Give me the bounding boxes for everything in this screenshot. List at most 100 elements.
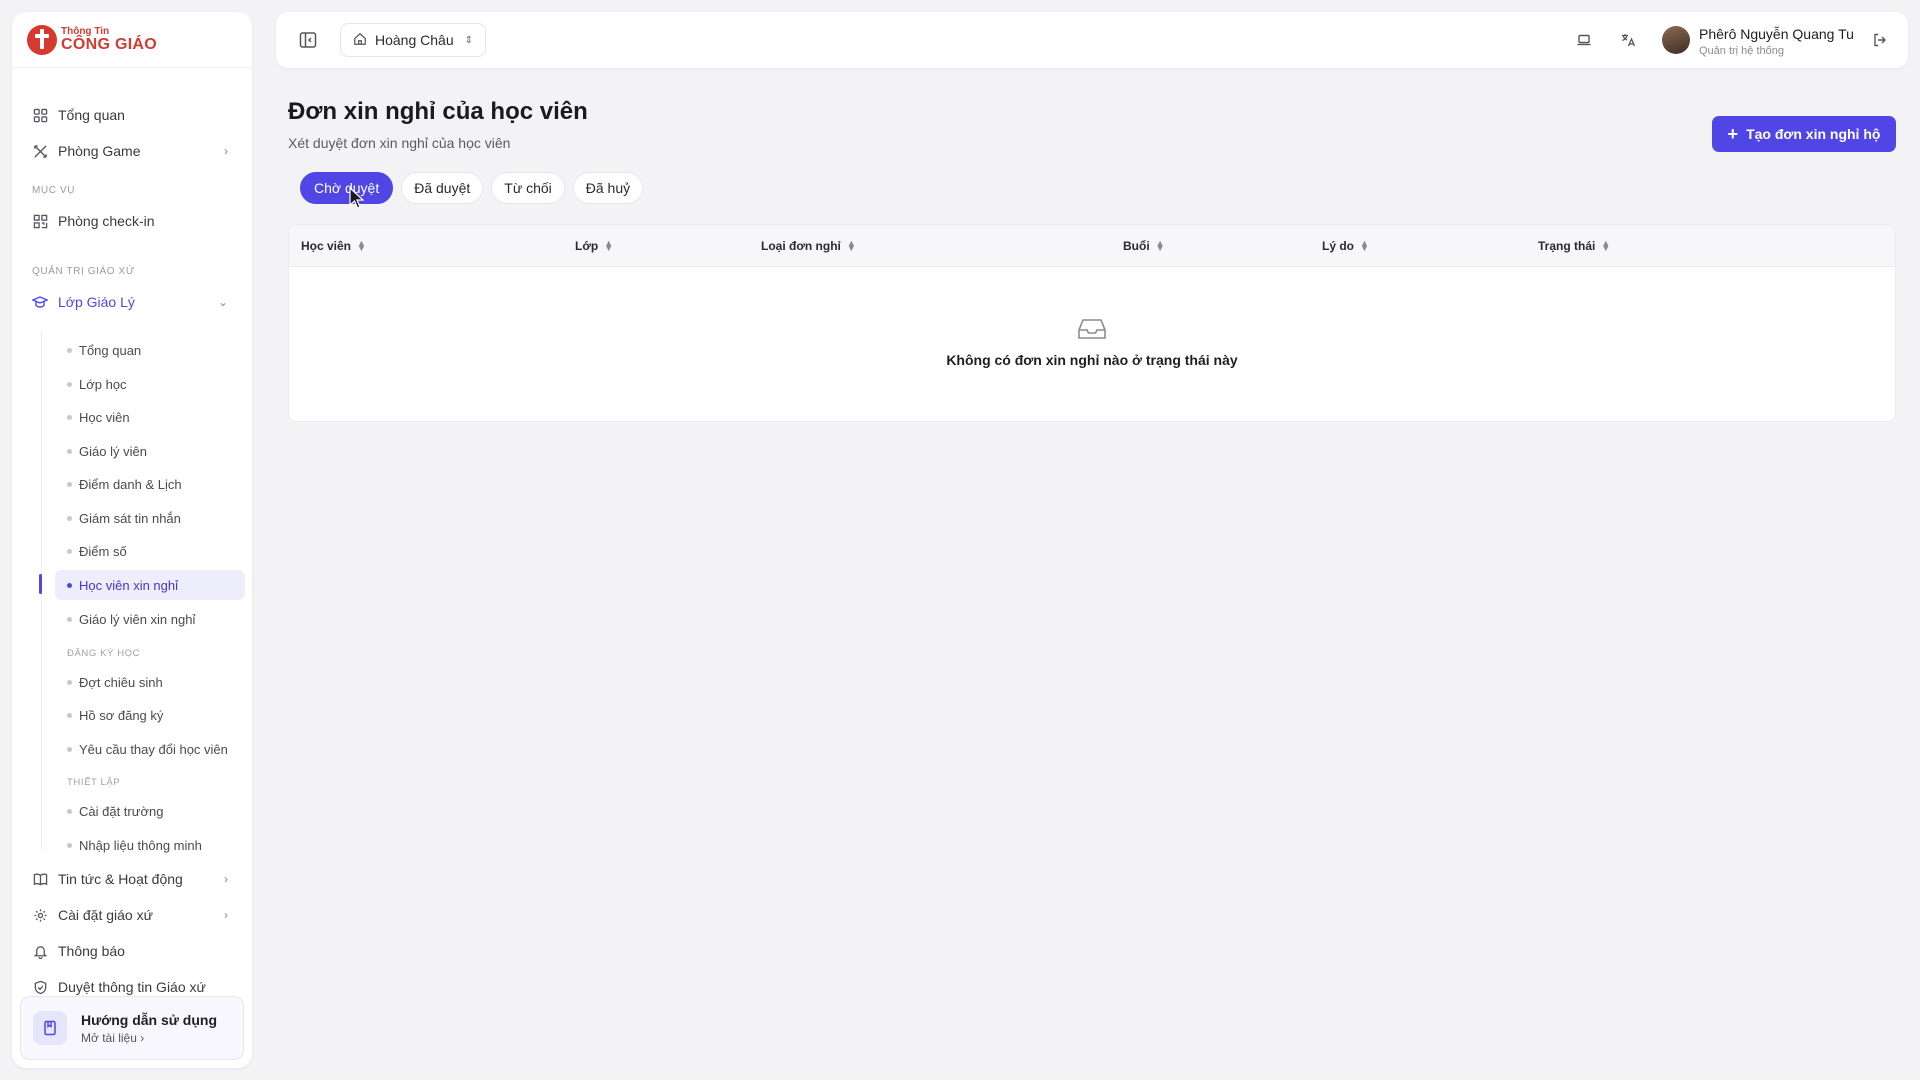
- nav-checkin-label: Phòng check-in: [58, 213, 155, 229]
- sub-item-students[interactable]: Học viên: [55, 402, 245, 432]
- column-header-leave-type[interactable]: Loại đơn nghỉ ▲ ▼: [761, 237, 856, 253]
- church-icon: [353, 32, 367, 49]
- book-icon: [32, 871, 48, 887]
- sub-item-smart-input[interactable]: Nhập liệu thông minh: [55, 830, 245, 860]
- sub-item-attendance[interactable]: Điểm danh & Lịch: [55, 469, 245, 499]
- chevron-right-icon: ›: [224, 144, 228, 158]
- sort-icon: ▲ ▼: [1360, 237, 1369, 253]
- laptop-icon[interactable]: [1574, 30, 1594, 50]
- user-avatar[interactable]: [1662, 26, 1690, 54]
- parish-selector-value: Hoàng Châu: [375, 32, 454, 48]
- sub-item-applications[interactable]: Hồ sơ đăng ký: [55, 700, 245, 730]
- translate-icon[interactable]: [1618, 30, 1638, 50]
- table-header: Học viên ▲ ▼ Lớp ▲ ▼ Loại đơn nghỉ ▲ ▼ Buổi ▲ ▼ …: [289, 225, 1895, 267]
- plus-icon: +: [1727, 124, 1739, 144]
- cross-logo-icon: [27, 24, 57, 55]
- inbox-icon: [1077, 317, 1107, 344]
- nav-game-room-label: Phòng Game: [58, 143, 141, 159]
- section-enrollment: ĐĂNG KÝ HỌC: [67, 648, 141, 659]
- column-label: Lý do: [1322, 239, 1354, 253]
- sub-item-school-settings[interactable]: Cài đặt trường: [55, 796, 245, 826]
- column-label: Lớp: [575, 239, 599, 253]
- sort-icon: ▲ ▼: [1601, 237, 1611, 253]
- parish-selector[interactable]: Hoàng Châu ⇕: [340, 23, 486, 57]
- nav-parish-review-label: Duyệt thông tin Giáo xứ: [58, 979, 206, 995]
- column-header-reason[interactable]: Lý do ▲ ▼: [1322, 237, 1369, 253]
- chevron-right-icon: ›: [140, 1030, 145, 1045]
- sort-icon: ▲ ▼: [604, 237, 614, 253]
- mouse-pointer-icon: [349, 186, 365, 212]
- empty-state: Không có đơn xin nghỉ nào ở trạng thái n…: [289, 317, 1895, 368]
- chevron-right-icon: ›: [224, 872, 228, 886]
- create-leave-request-button[interactable]: + Tạo đơn xin nghỉ hộ: [1712, 116, 1896, 152]
- user-name: Phêrô Nguyễn Quang Tu: [1699, 26, 1854, 42]
- sub-item-message-monitor[interactable]: Giám sát tin nhắn: [55, 503, 245, 533]
- shield-icon: [32, 979, 48, 995]
- guide-open-docs-link[interactable]: Mở tài liệu ›: [81, 1031, 217, 1045]
- nav-news[interactable]: Tin tức & Hoạt động ›: [12, 862, 252, 896]
- tab-rejected[interactable]: Từ chối: [491, 172, 565, 204]
- qr-icon: [32, 213, 48, 229]
- user-role: Quản trị hệ thống: [1699, 45, 1785, 57]
- sub-item-catechists[interactable]: Giáo lý viên: [55, 436, 245, 466]
- sort-icon: ▲ ▼: [1155, 237, 1165, 253]
- nav-notifications[interactable]: Thông báo: [12, 934, 252, 968]
- brand-logo[interactable]: Thông Tin CÔNG GIÁO: [12, 12, 252, 68]
- column-header-status[interactable]: Trạng thái ▲ ▼: [1538, 237, 1611, 253]
- sort-icon: ▲ ▼: [357, 237, 366, 253]
- nav-game-room[interactable]: Phòng Game ›: [12, 134, 252, 168]
- user-guide-card[interactable]: Hướng dẫn sử dụng Mở tài liệu ›: [20, 996, 244, 1060]
- sub-item-overview[interactable]: Tổng quan: [55, 335, 245, 365]
- empty-state-text: Không có đơn xin nghỉ nào ở trạng thái n…: [946, 352, 1238, 368]
- sort-icon: ▲ ▼: [846, 237, 856, 253]
- game-icon: [32, 143, 48, 159]
- nav-checkin[interactable]: Phòng check-in: [12, 204, 252, 238]
- column-label: Loại đơn nghỉ: [761, 239, 841, 253]
- sidebar: Thông Tin CÔNG GIÁO Tổng quan Phòng Game…: [12, 12, 252, 1068]
- gear-icon: [32, 907, 48, 923]
- brand-line-1: Thông Tin: [61, 25, 110, 37]
- section-setup: THIẾT LẬP: [67, 777, 121, 788]
- logout-icon[interactable]: [1870, 30, 1890, 50]
- brand-line-2: CÔNG GIÁO: [61, 35, 158, 53]
- column-header-session[interactable]: Buổi ▲ ▼: [1123, 237, 1165, 253]
- tab-pending[interactable]: Chờ duyệt: [300, 172, 394, 204]
- chevron-right-icon: ›: [224, 908, 228, 922]
- create-button-label: Tạo đơn xin nghỉ hộ: [1746, 126, 1881, 142]
- nav-catechism-class[interactable]: Lớp Giáo Lý ⌄: [12, 285, 252, 319]
- sidebar-toggle-icon[interactable]: [298, 30, 318, 50]
- sub-item-student-leave[interactable]: Học viên xin nghỉ: [55, 570, 245, 600]
- page-subtitle: Xét duyệt đơn xin nghỉ của học viên: [288, 135, 511, 151]
- chevron-down-icon: ⌄: [217, 295, 228, 309]
- leave-requests-table: Học viên ▲ ▼ Lớp ▲ ▼ Loại đơn nghỉ ▲ ▼ Buổi ▲ ▼ …: [288, 224, 1896, 422]
- chevron-updown-icon: ⇕: [464, 34, 473, 46]
- sub-item-enroll-rounds[interactable]: Đợt chiêu sinh: [55, 667, 245, 697]
- section-parish-admin: QUẢN TRỊ GIÁO XỨ: [32, 266, 135, 277]
- nav-overview[interactable]: Tổng quan: [12, 98, 252, 132]
- sub-item-grades[interactable]: Điểm số: [55, 536, 245, 566]
- column-label: Học viên: [301, 239, 352, 253]
- guide-link-label: Mở tài liệu: [81, 1030, 137, 1045]
- tab-approved[interactable]: Đã duyệt: [401, 172, 484, 204]
- nav-parish-settings[interactable]: Cài đặt giáo xứ ›: [12, 898, 252, 932]
- guide-title: Hướng dẫn sử dụng: [81, 1011, 217, 1028]
- bell-icon: [32, 943, 48, 959]
- sub-item-change-requests[interactable]: Yêu cầu thay đổi học viên: [55, 734, 245, 764]
- dashboard-icon: [32, 107, 48, 123]
- section-ministry: MỤC VỤ: [32, 185, 76, 196]
- graduation-cap-icon: [32, 294, 48, 310]
- nav-overview-label: Tổng quan: [58, 107, 125, 123]
- page-title: Đơn xin nghỉ của học viên: [288, 98, 588, 125]
- nav-parish-settings-label: Cài đặt giáo xứ: [58, 907, 153, 923]
- active-indicator: [39, 574, 42, 594]
- column-header-class[interactable]: Lớp ▲ ▼: [575, 237, 614, 253]
- column-label: Trạng thái: [1538, 239, 1596, 253]
- column-header-student[interactable]: Học viên ▲ ▼: [301, 237, 366, 253]
- nav-notifications-label: Thông báo: [58, 943, 125, 959]
- sub-item-catechist-leave[interactable]: Giáo lý viên xin nghỉ: [55, 604, 245, 634]
- tab-cancelled[interactable]: Đã huỷ: [572, 172, 644, 204]
- nav-catechism-label: Lớp Giáo Lý: [58, 294, 135, 310]
- nav-news-label: Tin tức & Hoạt động: [58, 871, 183, 887]
- bookmark-book-icon: [33, 1011, 67, 1045]
- sub-item-classes[interactable]: Lớp học: [55, 369, 245, 399]
